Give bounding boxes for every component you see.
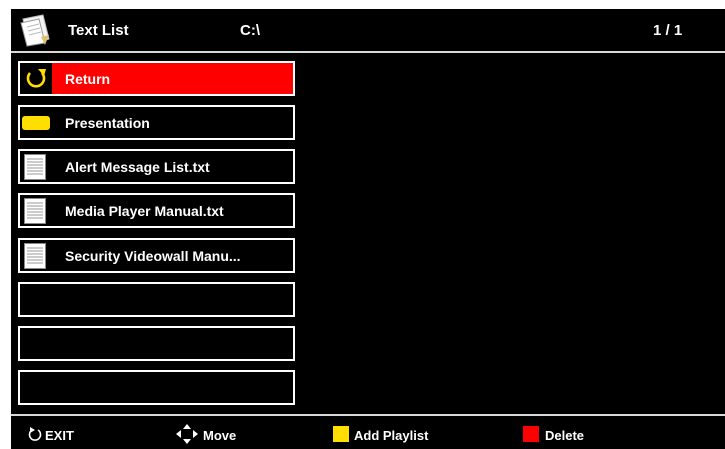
header-divider [11, 51, 725, 53]
footer-divider [11, 414, 725, 416]
list-item-security-videowall-manual[interactable]: Security Videowall Manu... [18, 238, 295, 273]
list-item-label: Media Player Manual.txt [65, 203, 224, 219]
list-item-label: Security Videowall Manu... [65, 248, 241, 264]
exit-label: EXIT [45, 428, 74, 443]
list-item-presentation[interactable]: Presentation [18, 105, 295, 140]
notepad-icon [20, 14, 50, 47]
footer-bar: EXIT Move Add Playlist Delete [11, 419, 725, 449]
list-item-media-player-manual[interactable]: Media Player Manual.txt [18, 193, 295, 228]
move-arrows-icon [176, 424, 198, 444]
red-key-icon [523, 426, 539, 442]
current-path: C:\ [240, 22, 260, 39]
yellow-key-icon [333, 426, 349, 442]
page-title: Text List [68, 22, 129, 39]
text-file-icon [24, 243, 46, 269]
header-bar: Text List C:\ 1 / 1 [11, 9, 725, 51]
text-file-icon [24, 198, 46, 224]
text-file-icon [24, 154, 46, 180]
list-item-empty[interactable] [18, 370, 295, 405]
delete-label: Delete [545, 428, 585, 443]
return-icon [26, 69, 46, 88]
page-indicator: 1 / 1 [653, 22, 683, 39]
move-label: Move [203, 428, 237, 443]
list-item-empty[interactable] [18, 326, 295, 361]
list-item-empty[interactable] [18, 282, 295, 317]
text-list-screen: Text List C:\ 1 / 1 Return Presentation [11, 9, 725, 449]
list-item-alert-message-list[interactable]: Alert Message List.txt [18, 149, 295, 184]
folder-icon [22, 116, 50, 130]
exit-icon [28, 427, 42, 441]
list-item-return[interactable]: Return [18, 61, 295, 96]
add-playlist-label: Add Playlist [354, 428, 429, 443]
list-item-label: Presentation [65, 115, 150, 131]
list-item-label: Return [65, 71, 111, 87]
list-item-label: Alert Message List.txt [65, 159, 210, 175]
